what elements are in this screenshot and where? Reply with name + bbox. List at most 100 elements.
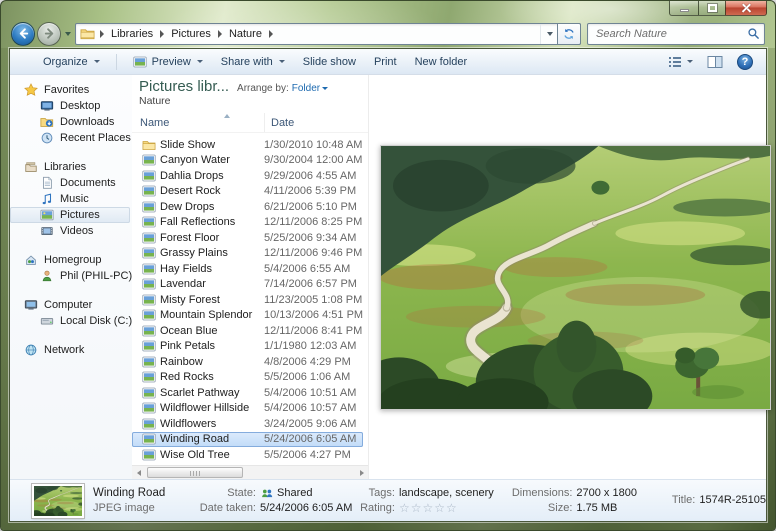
file-date: 5/5/2006 1:06 AM	[264, 371, 350, 383]
back-button[interactable]	[11, 22, 35, 46]
forward-button[interactable]	[37, 22, 61, 46]
file-row-rainbow[interactable]: Rainbow4/8/2006 4:29 PM	[132, 354, 363, 370]
picture-file-icon	[142, 371, 156, 383]
organize-button[interactable]: Organize	[36, 53, 107, 71]
file-row-ocean-blue[interactable]: Ocean Blue12/11/2006 8:41 PM	[132, 323, 363, 339]
sidebar-item-local-disk-c[interactable]: Local Disk (C:)	[10, 313, 132, 329]
file-row-misty-forest[interactable]: Misty Forest11/23/2005 1:08 PM	[132, 292, 363, 308]
new-folder-button[interactable]: New folder	[408, 53, 475, 71]
window-controls	[669, 1, 767, 16]
file-row-wildflowers[interactable]: Wildflowers3/24/2005 9:06 AM	[132, 416, 363, 432]
network-icon	[24, 343, 38, 357]
file-name: Pink Petals	[160, 340, 264, 352]
sidebar-item-documents[interactable]: Documents	[10, 175, 132, 191]
search-icon[interactable]	[747, 27, 760, 40]
sidebar-section-homegroup[interactable]: Homegroup	[10, 252, 132, 268]
file-row-dew-drops[interactable]: Dew Drops6/21/2006 5:10 PM	[132, 199, 363, 215]
picture-file-icon	[142, 309, 156, 321]
selected-file-thumbnail	[32, 484, 84, 518]
file-row-fall-reflections[interactable]: Fall Reflections12/11/2006 8:25 PM	[132, 215, 363, 231]
preview-pane-button[interactable]	[702, 52, 728, 72]
sidebar-item-pictures[interactable]: Pictures	[10, 207, 130, 223]
horizontal-scrollbar[interactable]	[132, 465, 368, 479]
rating-stars[interactable]: ☆☆☆☆☆	[399, 502, 458, 515]
sidebar-section-libraries[interactable]: Libraries	[10, 159, 132, 175]
minimize-button[interactable]	[669, 1, 698, 16]
file-row-dahlia-drops[interactable]: Dahlia Drops9/29/2006 4:55 AM	[132, 168, 363, 184]
preview-pane	[369, 75, 766, 479]
arrange-by-dropdown[interactable]: Folder	[292, 83, 328, 94]
refresh-button[interactable]	[557, 23, 581, 45]
file-row-winding-road[interactable]: Winding Road5/24/2006 6:05 AM	[132, 432, 363, 448]
file-row-red-rocks[interactable]: Red Rocks5/5/2006 1:06 AM	[132, 370, 363, 386]
file-row-wise-old-tree[interactable]: Wise Old Tree5/5/2006 4:27 PM	[132, 447, 363, 463]
file-name: Dew Drops	[160, 201, 264, 213]
preview-image[interactable]	[380, 145, 771, 410]
file-name: Mountain Splendor	[160, 309, 264, 321]
change-view-button[interactable]	[662, 52, 698, 72]
sidebar-item-music[interactable]: Music	[10, 191, 132, 207]
file-row-scarlet-pathway[interactable]: Scarlet Pathway5/4/2006 10:51 AM	[132, 385, 363, 401]
preview-button[interactable]: Preview	[126, 53, 210, 71]
picture-file-icon	[142, 340, 156, 352]
file-date: 4/8/2006 4:29 PM	[264, 356, 351, 368]
tags-value[interactable]: landscape, scenery	[399, 487, 494, 500]
file-date: 12/11/2006 9:46 PM	[264, 247, 362, 259]
file-date: 9/30/2004 12:00 AM	[264, 154, 362, 166]
maximize-button[interactable]	[698, 1, 725, 16]
file-name: Wildflowers	[160, 418, 264, 430]
file-row-desert-rock[interactable]: Desert Rock4/11/2006 5:39 PM	[132, 184, 363, 200]
file-row-hay-fields[interactable]: Hay Fields5/4/2006 6:55 AM	[132, 261, 363, 277]
titlebar[interactable]	[1, 1, 775, 19]
print-button[interactable]: Print	[367, 53, 404, 71]
file-date: 5/4/2006 6:55 AM	[264, 263, 350, 275]
sidebar-section-network[interactable]: Network	[10, 342, 132, 358]
sidebar-item-videos[interactable]: Videos	[10, 223, 132, 239]
sidebar-item-downloads[interactable]: Downloads	[10, 114, 132, 130]
title-value[interactable]: 1574R-25105	[699, 494, 766, 507]
close-button[interactable]	[725, 1, 767, 16]
file-date: 5/25/2006 9:34 AM	[264, 232, 356, 244]
column-header-name[interactable]: Name	[140, 117, 264, 129]
breadcrumb-item-pictures[interactable]: Pictures	[169, 28, 213, 40]
sidebar-item-label: Music	[60, 193, 89, 205]
scrollbar-thumb[interactable]	[147, 467, 243, 478]
sidebar-item-desktop[interactable]: Desktop	[10, 98, 132, 114]
column-header-date[interactable]: Date	[264, 113, 368, 132]
breadcrumb-item-nature[interactable]: Nature	[227, 28, 264, 40]
file-row-grassy-plains[interactable]: Grassy Plains12/11/2006 9:46 PM	[132, 246, 363, 262]
state-value: Shared	[277, 487, 312, 500]
recent-pages-dropdown[interactable]	[65, 32, 71, 36]
file-row-mountain-splendor[interactable]: Mountain Splendor10/13/2006 4:51 PM	[132, 308, 363, 324]
sidebar-section-computer[interactable]: Computer	[10, 297, 132, 313]
scroll-left-arrow[interactable]	[132, 466, 145, 479]
breadcrumb-item-libraries[interactable]: Libraries	[109, 28, 155, 40]
sidebar-item-recent-places[interactable]: Recent Places	[10, 130, 132, 146]
help-button[interactable]: ?	[732, 51, 758, 73]
file-row-lavendar[interactable]: Lavendar7/14/2006 6:57 PM	[132, 277, 363, 293]
help-icon: ?	[737, 54, 753, 70]
share-with-button[interactable]: Share with	[214, 53, 292, 71]
file-row-wildflower-hillside[interactable]: Wildflower Hillside5/4/2006 10:57 AM	[132, 401, 363, 417]
size-value: 1.75 MB	[576, 502, 617, 515]
search-input[interactable]	[596, 28, 747, 40]
date-taken-value[interactable]: 5/24/2006 6:05 AM	[260, 502, 352, 515]
scroll-right-arrow[interactable]	[355, 466, 368, 479]
print-label: Print	[374, 56, 397, 68]
file-row-forest-floor[interactable]: Forest Floor5/25/2006 9:34 AM	[132, 230, 363, 246]
file-row-canyon-water[interactable]: Canyon Water9/30/2004 12:00 AM	[132, 153, 363, 169]
search-box[interactable]	[587, 23, 765, 45]
breadcrumb-separator	[269, 30, 273, 38]
address-dropdown[interactable]	[540, 24, 558, 44]
picture-file-icon	[142, 325, 156, 337]
sidebar-section-label: Computer	[44, 299, 92, 311]
file-name: Hay Fields	[160, 263, 264, 275]
address-bar[interactable]: Libraries Pictures Nature	[75, 23, 581, 45]
sidebar-item-phil-phil-pc[interactable]: Phil (PHIL-PC)	[10, 268, 132, 284]
back-arrow-icon	[16, 26, 31, 41]
tags-label: Tags:	[353, 487, 395, 500]
slide-show-button[interactable]: Slide show	[296, 53, 363, 71]
sidebar-section-favorites[interactable]: Favorites	[10, 82, 132, 98]
file-row-slide-show[interactable]: Slide Show1/30/2010 10:48 AM	[132, 137, 363, 153]
file-row-pink-petals[interactable]: Pink Petals1/1/1980 12:03 AM	[132, 339, 363, 355]
